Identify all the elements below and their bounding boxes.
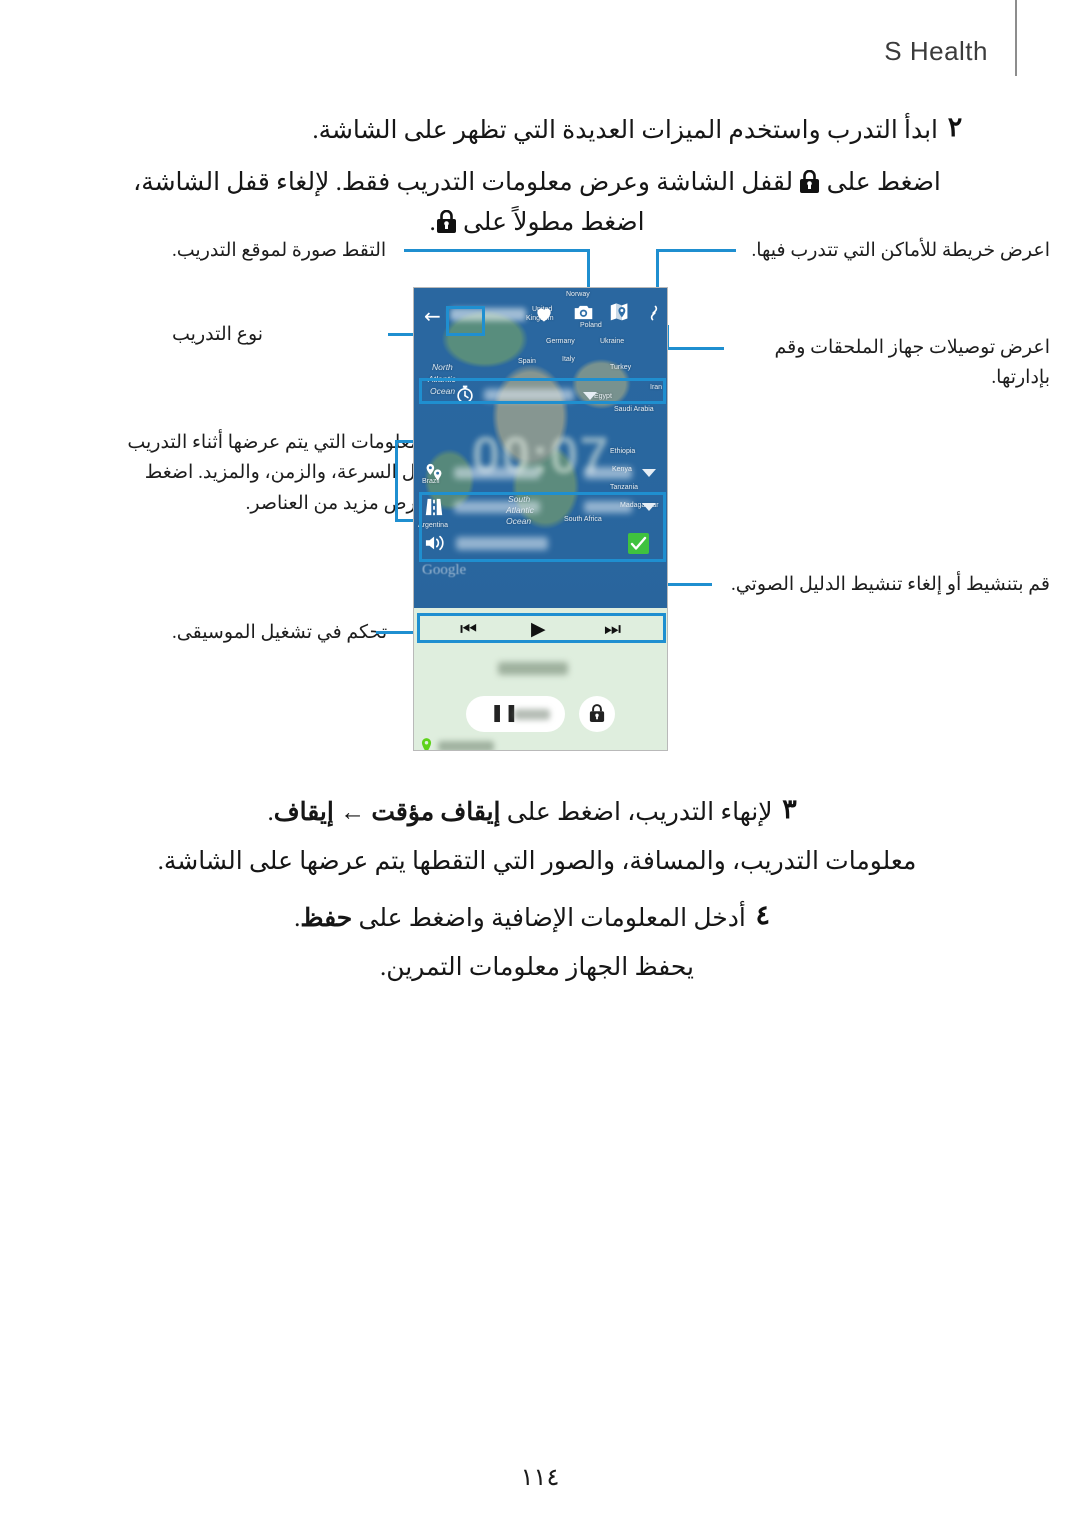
play-button[interactable]: ▶	[531, 620, 546, 639]
step-4-subtext: يحفظ الجهاز معلومات التمرين.	[102, 948, 972, 988]
track-title	[498, 662, 568, 675]
step-2-sub-mid: لقفل الشاشة وعرض معلومات التدريب فقط. لإ…	[133, 169, 800, 236]
gps-pin-icon	[421, 738, 432, 750]
step-2-sub-prefix: اضغط على	[820, 169, 941, 196]
annotation-workout-type: نوع التدريب	[172, 320, 402, 349]
step-2-subtext: اضغط على لقفل الشاشة وعرض معلومات التدري…	[102, 163, 972, 243]
chevron-down-icon[interactable]	[642, 503, 656, 511]
leader-capture-photo-h	[404, 249, 590, 252]
annotation-show-map-label: اعرض خريطة للأماكن التي تتدرب فيها.	[751, 240, 1050, 261]
annotation-voice-guide-label: قم بتنشيط أو إلغاء تنشيط الدليل الصوتي.	[730, 574, 1050, 595]
step-4-sub-label: يحفظ الجهاز معلومات التمرين.	[380, 954, 694, 981]
phone-screenshot: Norway United Kingdom Poland Germany Ukr…	[413, 287, 668, 751]
heart-icon[interactable]	[534, 304, 554, 324]
map-label: Norway	[566, 291, 590, 298]
annotation-voice-guide: قم بتنشيط أو إلغاء تنشيط الدليل الصوتي.	[720, 570, 1050, 599]
step-4-number: ٤	[755, 900, 771, 930]
checkmark-icon	[630, 536, 647, 550]
previous-track-button[interactable]: ⏮	[460, 620, 477, 639]
next-track-button[interactable]: ⏭	[604, 620, 621, 639]
lock-icon	[589, 704, 605, 722]
page-title: S Health	[884, 36, 988, 66]
map-label: Ukraine	[600, 338, 625, 345]
annotation-accessory-connections-label: اعرض توصيلات جهاز الملحقات وقم بإدارتها.	[774, 337, 1050, 389]
lock-icon-2	[436, 209, 456, 233]
workout-type-label	[484, 389, 574, 401]
stopwatch-icon	[457, 385, 473, 404]
pause-button[interactable]: ❚❚	[466, 696, 565, 732]
map-view[interactable]: Norway United Kingdom Poland Germany Ukr…	[414, 288, 667, 608]
annotation-capture-photo: التقط صورة لموقع التدريب.	[172, 236, 402, 265]
step-3-subtext: معلومات التدريب، والمسافة، والصور التي ا…	[102, 842, 972, 882]
step-4-text-prefix: أدخل المعلومات الإضافية واضغط على	[352, 905, 746, 932]
step-2: ٢ ابدأ التدرب واستخدم الميزات العديدة الت…	[102, 112, 972, 151]
app-title	[450, 308, 526, 321]
stat-row-value	[584, 467, 632, 479]
back-icon[interactable]: ←	[424, 306, 441, 326]
step-3: ٣ لإنهاء التدريب، اضغط على إيقاف مؤقت ← إ…	[102, 794, 972, 833]
chevron-down-icon[interactable]	[642, 469, 656, 477]
step-2-text: ابدأ التدرب واستخدم الميزات العديدة التي…	[312, 117, 938, 144]
pause-button-label	[514, 709, 550, 720]
audio-guide-label	[456, 537, 548, 550]
road-icon	[425, 498, 443, 516]
map-label: Italy	[562, 356, 575, 363]
leader-accessory-h	[666, 347, 724, 350]
map-label: Turkey	[610, 364, 632, 371]
annotation-info-during-workout: المعلومات التي يتم عرضها أثناء التدريب م…	[112, 428, 432, 519]
player-area: ❚❚	[414, 652, 667, 750]
map-mode-icon[interactable]	[610, 302, 629, 323]
annotation-info-during-workout-label: المعلومات التي يتم عرضها أثناء التدريب م…	[127, 432, 432, 514]
lock-button[interactable]	[579, 696, 615, 732]
page-header: S Health	[0, 0, 1080, 100]
annotation-music-control-label: تحكم في تشغيل الموسيقى.	[172, 622, 388, 643]
stat-row-label	[454, 501, 540, 513]
stat-row-label	[454, 467, 540, 479]
annotation-workout-type-label: نوع التدريب	[172, 324, 264, 345]
music-controls-bar: ⏮ ▶ ⏭	[414, 608, 667, 652]
step-3-text-prefix: لإنهاء التدريب، اضغط على	[500, 799, 773, 826]
step-3-text-bold: إيقاف مؤقت ← إيقاف	[273, 799, 501, 826]
gps-status-label	[438, 741, 494, 750]
lock-icon	[800, 169, 820, 193]
page-number: ١١٤	[520, 1465, 560, 1491]
map-label: Spain	[518, 358, 536, 365]
stat-row-value	[584, 501, 632, 513]
step-4-text-bold: حفظ	[300, 905, 353, 932]
link-icon[interactable]	[646, 304, 662, 322]
map-label: Germany	[546, 338, 575, 345]
leader-show-map-h	[656, 249, 736, 252]
header-divider	[1015, 0, 1017, 76]
annotation-show-map: اعرض خريطة للأماكن التي تتدرب فيها.	[730, 236, 1050, 265]
stat-row-location[interactable]	[414, 458, 667, 488]
step-3-number: ٣	[782, 794, 797, 824]
gps-location-icon	[426, 463, 442, 481]
chevron-down-icon[interactable]	[583, 392, 597, 400]
stat-row-pace[interactable]	[414, 492, 667, 522]
workout-type-row[interactable]	[420, 382, 661, 408]
audio-guide-checkbox[interactable]	[628, 533, 649, 554]
leader-info-v	[395, 440, 398, 522]
map-ocean-label: North	[432, 362, 453, 372]
camera-icon[interactable]	[574, 304, 593, 321]
annotation-capture-photo-label: التقط صورة لموقع التدريب.	[172, 240, 387, 261]
step-3-sub-label: معلومات التدريب، والمسافة، والصور التي ا…	[157, 848, 917, 875]
google-watermark: Google	[422, 562, 467, 578]
step-4: ٤أدخل المعلومات الإضافية واضغط على حفظ.	[102, 900, 972, 939]
audio-guide-icon	[425, 535, 444, 551]
map-label: Poland	[580, 322, 602, 329]
step-2-number: ٢	[947, 112, 963, 142]
audio-guide-row[interactable]	[414, 528, 667, 558]
annotation-accessory-connections: اعرض توصيلات جهاز الملحقات وقم بإدارتها.	[730, 333, 1050, 394]
